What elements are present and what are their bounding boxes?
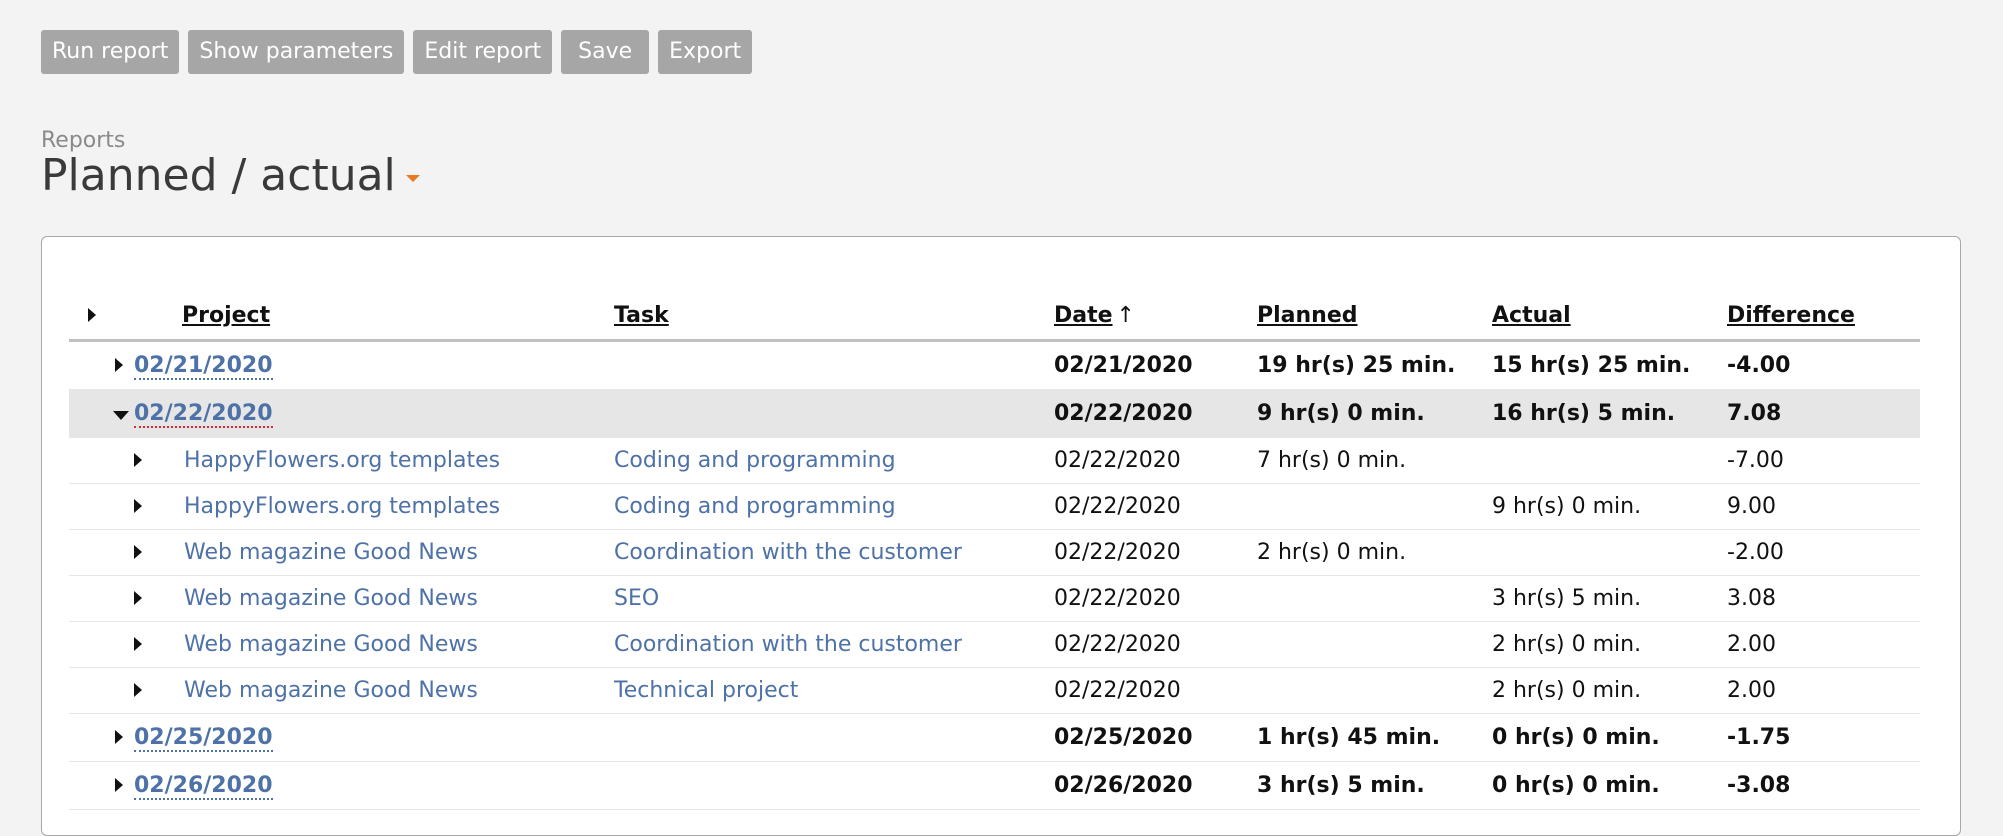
report-table: Project Task Date ↑ Planned Actual Differ…	[69, 292, 1920, 810]
column-header-date[interactable]: Date	[1054, 303, 1113, 328]
save-button[interactable]: Save	[561, 30, 650, 74]
task-link[interactable]: SEO	[614, 586, 659, 611]
task-link[interactable]: Coding and programming	[614, 494, 896, 519]
run-report-button[interactable]: Run report	[41, 30, 180, 74]
row-date: 02/22/2020	[1054, 437, 1257, 484]
page-title-text: Planned / actual	[41, 150, 396, 201]
group-row[interactable]: 02/21/2020 02/21/2020 19 hr(s) 25 min. 1…	[69, 340, 1920, 390]
project-link[interactable]: HappyFlowers.org templates	[184, 448, 500, 473]
group-date: 02/26/2020	[1054, 761, 1257, 810]
expand-all-icon[interactable]	[88, 308, 96, 322]
row-difference: -2.00	[1727, 529, 1920, 576]
row-difference: 2.00	[1727, 667, 1920, 714]
row-actual: 2 hr(s) 0 min.	[1492, 621, 1727, 668]
show-parameters-button[interactable]: Show parameters	[188, 30, 405, 74]
row-planned	[1257, 621, 1492, 668]
group-row[interactable]: 02/25/2020 02/25/2020 1 hr(s) 45 min. 0 …	[69, 713, 1920, 762]
row-date: 02/22/2020	[1054, 667, 1257, 714]
group-date-link[interactable]: 02/22/2020	[134, 401, 273, 428]
detail-row[interactable]: HappyFlowers.org templates Coding and pr…	[69, 483, 1920, 530]
detail-row[interactable]: Web magazine Good News Coordination with…	[69, 529, 1920, 576]
group-planned: 19 hr(s) 25 min.	[1257, 340, 1492, 390]
expand-icon[interactable]	[134, 591, 142, 605]
task-link[interactable]: Coordination with the customer	[614, 632, 962, 657]
group-planned: 9 hr(s) 0 min.	[1257, 389, 1492, 438]
detail-row[interactable]: Web magazine Good News Technical project…	[69, 667, 1920, 714]
group-difference: -3.08	[1727, 761, 1920, 810]
expand-icon[interactable]	[134, 637, 142, 651]
row-actual	[1492, 529, 1727, 576]
project-link[interactable]: HappyFlowers.org templates	[184, 494, 500, 519]
group-row-expanded[interactable]: 02/22/2020 02/22/2020 9 hr(s) 0 min. 16 …	[69, 389, 1920, 438]
task-link[interactable]: Coordination with the customer	[614, 540, 962, 565]
group-date-link[interactable]: 02/25/2020	[134, 725, 273, 752]
project-link[interactable]: Web magazine Good News	[184, 678, 478, 703]
group-date: 02/21/2020	[1054, 340, 1257, 390]
task-link[interactable]: Technical project	[614, 678, 798, 703]
toolbar: Run report Show parameters Edit report S…	[41, 30, 753, 74]
row-planned	[1257, 483, 1492, 530]
task-link[interactable]: Coding and programming	[614, 448, 896, 473]
row-difference: 9.00	[1727, 483, 1920, 530]
row-difference: -7.00	[1727, 437, 1920, 484]
row-actual: 3 hr(s) 5 min.	[1492, 575, 1727, 622]
expand-icon[interactable]	[115, 778, 123, 792]
expand-icon[interactable]	[134, 545, 142, 559]
expand-icon[interactable]	[134, 453, 142, 467]
row-planned	[1257, 575, 1492, 622]
column-header-project[interactable]: Project	[182, 303, 270, 328]
group-planned: 1 hr(s) 45 min.	[1257, 713, 1492, 762]
sort-ascending-icon[interactable]: ↑	[1117, 303, 1135, 328]
project-link[interactable]: Web magazine Good News	[184, 632, 478, 657]
group-difference: -1.75	[1727, 713, 1920, 762]
table-header: Project Task Date ↑ Planned Actual Differ…	[69, 292, 1920, 342]
group-actual: 0 hr(s) 0 min.	[1492, 761, 1727, 810]
row-difference: 2.00	[1727, 621, 1920, 668]
project-link[interactable]: Web magazine Good News	[184, 586, 478, 611]
group-date: 02/22/2020	[1054, 389, 1257, 438]
row-planned	[1257, 667, 1492, 714]
group-row[interactable]: 02/26/2020 02/26/2020 3 hr(s) 5 min. 0 h…	[69, 761, 1920, 810]
group-date-link[interactable]: 02/26/2020	[134, 773, 273, 800]
expand-icon[interactable]	[134, 499, 142, 513]
row-planned: 7 hr(s) 0 min.	[1257, 437, 1492, 484]
group-actual: 15 hr(s) 25 min.	[1492, 340, 1727, 390]
detail-row[interactable]: Web magazine Good News SEO 02/22/2020 3 …	[69, 575, 1920, 622]
page-title: Planned / actual	[41, 150, 420, 201]
column-header-actual[interactable]: Actual	[1492, 303, 1571, 328]
row-date: 02/22/2020	[1054, 483, 1257, 530]
row-actual: 2 hr(s) 0 min.	[1492, 667, 1727, 714]
row-date: 02/22/2020	[1054, 529, 1257, 576]
row-actual: 9 hr(s) 0 min.	[1492, 483, 1727, 530]
group-date: 02/25/2020	[1054, 713, 1257, 762]
expand-icon[interactable]	[134, 683, 142, 697]
expand-icon[interactable]	[115, 358, 123, 372]
column-header-difference[interactable]: Difference	[1727, 303, 1855, 328]
row-difference: 3.08	[1727, 575, 1920, 622]
group-difference: -4.00	[1727, 340, 1920, 390]
row-planned: 2 hr(s) 0 min.	[1257, 529, 1492, 576]
row-date: 02/22/2020	[1054, 575, 1257, 622]
export-button[interactable]: Export	[658, 30, 753, 74]
group-date-link[interactable]: 02/21/2020	[134, 353, 273, 380]
group-planned: 3 hr(s) 5 min.	[1257, 761, 1492, 810]
dropdown-caret-icon[interactable]	[405, 174, 420, 182]
detail-row[interactable]: HappyFlowers.org templates Coding and pr…	[69, 437, 1920, 484]
detail-row[interactable]: Web magazine Good News Coordination with…	[69, 621, 1920, 668]
row-date: 02/22/2020	[1054, 621, 1257, 668]
column-header-planned[interactable]: Planned	[1257, 303, 1358, 328]
group-actual: 0 hr(s) 0 min.	[1492, 713, 1727, 762]
project-link[interactable]: Web magazine Good News	[184, 540, 478, 565]
edit-report-button[interactable]: Edit report	[413, 30, 553, 74]
expand-icon[interactable]	[115, 730, 123, 744]
row-actual	[1492, 437, 1727, 484]
report-panel: Project Task Date ↑ Planned Actual Differ…	[41, 236, 1961, 836]
column-header-task[interactable]: Task	[614, 303, 669, 328]
collapse-icon[interactable]	[113, 411, 129, 420]
group-actual: 16 hr(s) 5 min.	[1492, 389, 1727, 438]
group-difference: 7.08	[1727, 389, 1920, 438]
